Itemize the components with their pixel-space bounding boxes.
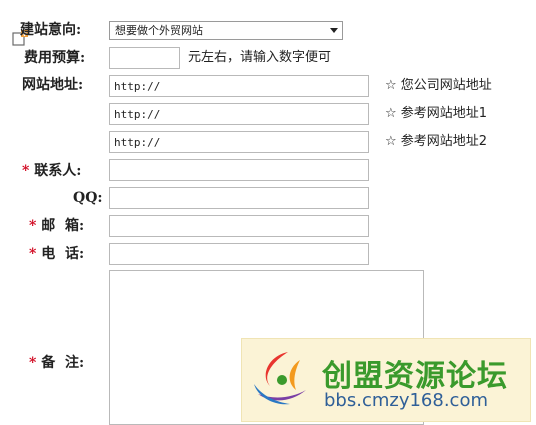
site-url-label: 网站地址: bbox=[22, 77, 84, 93]
email-label: 邮 箱: bbox=[41, 218, 85, 234]
contact-label-row: * 联系人: bbox=[22, 162, 81, 180]
budget-label: 费用预算: bbox=[24, 50, 86, 66]
site-intent-label: 建站意向: bbox=[20, 22, 82, 38]
company-url-hint: ☆ 您公司网站地址 bbox=[385, 78, 492, 93]
required-mark: * bbox=[22, 163, 30, 179]
reference-url-1-hint: ☆ 参考网站地址1 bbox=[385, 106, 488, 121]
email-label-row: * 邮 箱: bbox=[29, 217, 84, 235]
required-mark: * bbox=[29, 218, 37, 234]
qq-label: QQ: bbox=[73, 190, 103, 206]
reference-url-2-input[interactable] bbox=[109, 131, 369, 153]
watermark-title: 创盟资源论坛 bbox=[322, 359, 508, 394]
site-intent-select[interactable]: 想要做个外贸网站 bbox=[109, 21, 343, 40]
phone-label-row: * 电 话: bbox=[29, 245, 84, 263]
required-mark: * bbox=[29, 355, 37, 371]
required-mark: * bbox=[29, 246, 37, 262]
phone-label: 电 话: bbox=[41, 246, 85, 262]
budget-input[interactable] bbox=[109, 47, 180, 69]
reference-url-1-input[interactable] bbox=[109, 103, 369, 125]
site-intent-value: 想要做个外贸网站 bbox=[115, 24, 203, 37]
swirl-logo-icon bbox=[254, 352, 306, 405]
budget-hint: 元左右，请输入数字便可 bbox=[188, 50, 332, 65]
contact-input[interactable] bbox=[109, 159, 369, 181]
qq-input[interactable] bbox=[109, 187, 369, 209]
watermark-url: bbs.cmzy168.com bbox=[324, 390, 489, 411]
contact-label: 联系人: bbox=[34, 163, 82, 179]
watermark-logo: 创盟资源论坛 bbs.cmzy168.com bbox=[241, 338, 531, 422]
phone-input[interactable] bbox=[109, 243, 369, 265]
notes-label-row: * 备 注: bbox=[29, 354, 84, 372]
chevron-down-icon bbox=[330, 28, 338, 33]
company-url-input[interactable] bbox=[109, 75, 369, 97]
email-input[interactable] bbox=[109, 215, 369, 237]
reference-url-2-hint: ☆ 参考网站地址2 bbox=[385, 134, 488, 149]
notes-label: 备 注: bbox=[41, 355, 85, 371]
